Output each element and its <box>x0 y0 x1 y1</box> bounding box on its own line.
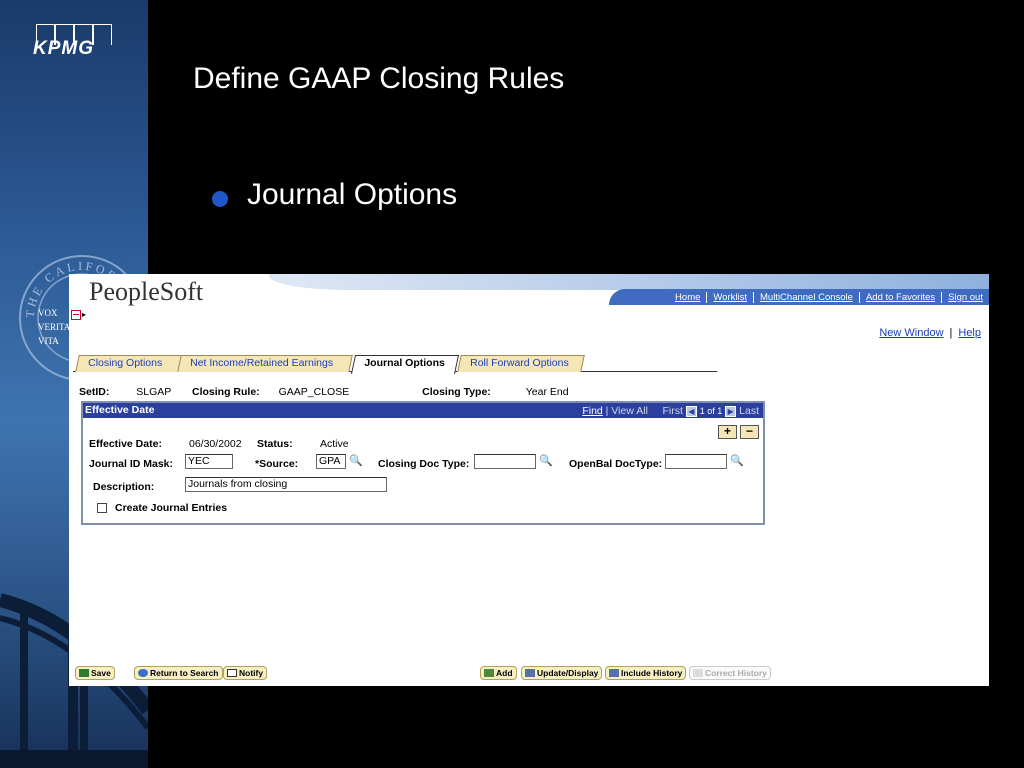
include-history-button[interactable]: Include History <box>605 666 687 680</box>
correct-history-button: Correct History <box>689 666 771 680</box>
seal-word: VITA <box>38 336 59 346</box>
prev-arrow-icon[interactable]: ◀ <box>685 405 697 417</box>
openbal-doctype-label: OpenBal DocType: <box>569 458 663 470</box>
update-icon <box>525 669 535 677</box>
help-link[interactable]: Help <box>958 327 981 339</box>
grid-header: Effective Date Find | View All First ◀ 1… <box>83 403 763 418</box>
create-journal-checkbox[interactable] <box>97 503 107 513</box>
effective-date-label: Effective Date: <box>89 438 162 450</box>
closing-rule-label: Closing Rule: <box>192 386 260 398</box>
peoplesoft-window: PeopleSoft Home Worklist MultiChannel Co… <box>69 274 989 686</box>
return-to-search-button[interactable]: Return to Search <box>134 666 223 680</box>
page-info: 1 of 1 <box>699 406 723 416</box>
seal-word: VERITA <box>38 322 71 332</box>
nav-worklist-link[interactable]: Worklist <box>706 291 753 303</box>
closing-type-value: Year End <box>525 386 569 398</box>
last-label: Last <box>739 405 759 417</box>
notify-button[interactable]: Notify <box>223 666 268 680</box>
slide-bullet: Journal Options <box>247 178 458 211</box>
new-window-link[interactable]: New Window <box>879 327 943 339</box>
status-value: Active <box>320 438 349 450</box>
peoplesoft-logo: PeopleSoft <box>89 277 204 306</box>
search-icon <box>138 669 148 677</box>
source-lookup-icon[interactable]: 🔍 <box>349 454 363 468</box>
update-display-button[interactable]: Update/Display <box>521 666 603 680</box>
add-button[interactable]: Add <box>480 666 517 680</box>
effective-date-grid: Effective Date Find | View All First ◀ 1… <box>81 401 765 525</box>
closing-doc-lookup-icon[interactable]: 🔍 <box>539 454 553 468</box>
description-label: Description: <box>93 481 155 493</box>
next-arrow-icon[interactable]: ▶ <box>725 405 737 417</box>
grid-title: Effective Date <box>85 404 155 416</box>
history-icon <box>609 669 619 677</box>
closing-rule-value: GAAP_CLOSE <box>278 386 350 398</box>
nav-home-link[interactable]: Home <box>669 292 706 303</box>
journal-id-mask-label: Journal ID Mask: <box>89 458 174 470</box>
closing-type-label: Closing Type: <box>422 386 491 398</box>
header-band <box>269 274 989 290</box>
closing-doc-type-input[interactable] <box>474 454 536 469</box>
effective-date-value: 06/30/2002 <box>189 438 242 450</box>
delete-row-button[interactable]: − <box>740 425 759 439</box>
save-button[interactable]: Save <box>75 666 115 680</box>
expand-arrow-icon[interactable]: ▸ <box>82 310 86 319</box>
row-controls: + − <box>715 425 759 439</box>
description-input[interactable]: Journals from closing <box>185 477 387 492</box>
nav-favorites-link[interactable]: Add to Favorites <box>858 291 941 303</box>
tab-bar: Closing Options Net Income/Retained Earn… <box>73 355 717 374</box>
save-icon <box>79 669 89 677</box>
tab-journal-options[interactable]: Journal Options <box>350 355 460 374</box>
openbal-lookup-icon[interactable]: 🔍 <box>730 454 744 468</box>
first-label: First <box>662 405 683 417</box>
envelope-icon <box>227 669 237 677</box>
journal-id-mask-input[interactable]: YEC <box>185 454 233 469</box>
nav-multichannel-link[interactable]: MultiChannel Console <box>753 291 859 303</box>
openbal-doctype-input[interactable] <box>665 454 727 469</box>
add-row-button[interactable]: + <box>718 425 737 439</box>
tab-net-income[interactable]: Net Income/Retained Earnings <box>177 355 353 372</box>
bullet-icon <box>212 191 228 207</box>
kpmg-logo: KPMG <box>33 38 94 59</box>
tab-roll-forward[interactable]: Roll Forward Options <box>457 355 585 372</box>
grid-nav: Find | View All First ◀ 1 of 1 ▶ Last <box>582 405 759 417</box>
find-link[interactable]: Find <box>582 405 602 417</box>
header-fields: SetID: SLGAP Closing Rule: GAAP_CLOSE Cl… <box>79 386 569 398</box>
source-input[interactable]: GPA <box>316 454 346 469</box>
tab-closing-options[interactable]: Closing Options <box>75 355 183 372</box>
view-all-link[interactable]: View All <box>611 405 648 417</box>
nav-signout-link[interactable]: Sign out <box>941 291 989 303</box>
source-label: *Source: <box>255 458 299 470</box>
setid-value: SLGAP <box>136 386 172 398</box>
correct-history-icon <box>693 669 703 677</box>
menu-icon[interactable] <box>71 310 81 320</box>
top-links: New Window | Help <box>879 327 981 339</box>
add-icon <box>484 669 494 677</box>
seal-word: VOX <box>38 308 58 318</box>
create-journal-label: Create Journal Entries <box>115 502 228 514</box>
status-label: Status: <box>257 438 293 450</box>
top-nav: Home Worklist MultiChannel Console Add t… <box>609 289 989 305</box>
setid-label: SetID: <box>79 386 110 398</box>
closing-doc-type-label: Closing Doc Type: <box>378 458 470 470</box>
slide-title: Define GAAP Closing Rules <box>193 62 565 95</box>
